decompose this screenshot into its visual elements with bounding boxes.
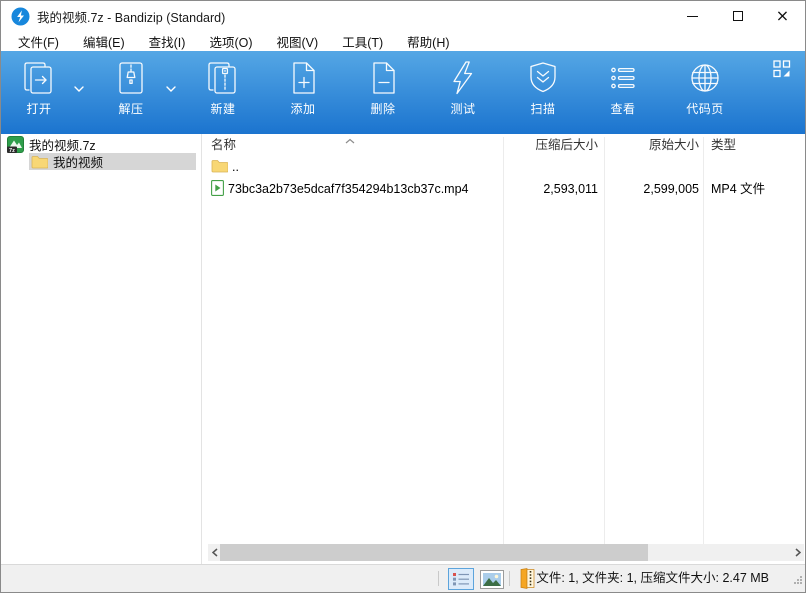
delete-files-label: 删除 xyxy=(370,100,395,117)
test-archive-icon xyxy=(444,59,482,97)
layout-toggle-icon xyxy=(773,60,791,78)
image-preview-button[interactable] xyxy=(480,570,504,589)
status-bar: 文件: 1, 文件夹: 1, 压缩文件大小: 2.47 MB xyxy=(1,564,805,592)
close-icon: × xyxy=(776,8,789,24)
original-size: 2,599,005 xyxy=(606,178,699,200)
open-label: 打开 xyxy=(26,100,51,117)
menu-tools[interactable]: 工具(T) xyxy=(334,30,391,53)
codepage-icon xyxy=(686,59,724,97)
list-row-mp4-file[interactable]: 73bc3a2b73e5dcaf7f354294b13cb37c.mp4 2,5… xyxy=(208,178,804,200)
horizontal-scrollbar[interactable] xyxy=(208,544,804,561)
status-separator xyxy=(438,571,439,586)
file-list-panel: 名称 压缩后大小 原始大小 类型 .. xyxy=(208,134,804,564)
file-name: 73bc3a2b73e5dcaf7f354294b13cb37c.mp4 xyxy=(228,178,469,200)
close-button[interactable]: × xyxy=(760,1,805,31)
folder-icon xyxy=(31,155,48,169)
tree-item-label: 我的视频 xyxy=(53,152,103,171)
scan-virus-icon xyxy=(524,59,562,97)
resize-grip-icon xyxy=(793,575,803,585)
window-title: 我的视频.7z - Bandizip (Standard) xyxy=(37,7,225,26)
extract-dropdown-button[interactable] xyxy=(163,85,179,93)
view-file-label: 查看 xyxy=(610,100,635,117)
menu-file[interactable]: 文件(F) xyxy=(10,30,67,53)
bandizip-logo-icon xyxy=(11,7,30,26)
media-file-icon xyxy=(211,178,224,200)
bandizip-window: 我的视频.7z - Bandizip (Standard) × 文件(F) 编辑… xyxy=(0,0,806,593)
svg-text:7z: 7z xyxy=(9,148,15,153)
archive-7z-icon: 7z xyxy=(7,136,24,153)
new-archive-icon xyxy=(204,59,242,97)
add-files-icon xyxy=(284,59,322,97)
open-archive-icon xyxy=(20,59,58,97)
scroll-right-button[interactable] xyxy=(791,544,804,561)
scan-virus-label: 扫描 xyxy=(530,100,555,117)
codepage-button[interactable]: 代码页 xyxy=(673,51,737,117)
new-archive-button[interactable]: 新建 xyxy=(197,51,249,117)
maximize-button[interactable] xyxy=(715,1,760,31)
delete-files-icon xyxy=(364,59,402,97)
extract-icon xyxy=(112,59,150,97)
codepage-label: 代码页 xyxy=(686,100,724,117)
menu-find[interactable]: 查找(I) xyxy=(141,30,194,53)
title-bar: 我的视频.7z - Bandizip (Standard) × xyxy=(1,1,805,31)
sort-ascending-icon xyxy=(344,132,356,150)
image-preview-icon xyxy=(483,573,501,586)
original-size xyxy=(606,156,699,178)
maximize-icon xyxy=(733,11,743,21)
extract-label: 解压 xyxy=(118,100,143,117)
menu-options[interactable]: 选项(O) xyxy=(201,30,260,53)
chevron-left-icon xyxy=(212,548,218,557)
details-view-button[interactable] xyxy=(448,568,474,590)
tree-item-archive-root[interactable]: 7z 我的视频.7z xyxy=(1,136,201,153)
menu-help[interactable]: 帮助(H) xyxy=(399,30,457,53)
scrollbar-thumb[interactable] xyxy=(220,544,648,561)
open-dropdown-button[interactable] xyxy=(71,85,87,93)
view-file-icon xyxy=(604,59,642,97)
chevron-right-icon xyxy=(795,548,801,557)
tree-item-folder-selected[interactable]: 我的视频 xyxy=(29,153,196,170)
add-files-label: 添加 xyxy=(290,100,315,117)
view-file-button[interactable]: 查看 xyxy=(597,51,649,117)
menu-bar: 文件(F) 编辑(E) 查找(I) 选项(O) 视图(V) 工具(T) 帮助(H… xyxy=(1,31,805,51)
details-view-icon xyxy=(452,572,470,586)
test-archive-button[interactable]: 测试 xyxy=(437,51,489,117)
status-summary: 文件: 1, 文件夹: 1, 压缩文件大小: 2.47 MB xyxy=(536,565,769,593)
archive-tree-panel: 7z 我的视频.7z 我的视频 xyxy=(1,134,202,564)
extract-button[interactable]: 解压 xyxy=(105,51,157,117)
open-button[interactable]: 打开 xyxy=(13,51,65,117)
minimize-icon xyxy=(687,16,698,17)
packed-size xyxy=(505,156,598,178)
resize-grip[interactable] xyxy=(793,572,803,590)
scan-virus-button[interactable]: 扫描 xyxy=(517,51,569,117)
column-header-original-size[interactable]: 原始大小 xyxy=(606,134,699,156)
status-separator xyxy=(509,571,510,586)
column-header-name[interactable]: 名称 xyxy=(211,134,236,156)
file-type: MP4 文件 xyxy=(711,178,765,200)
archive-info-button[interactable] xyxy=(517,568,538,593)
archive-info-icon xyxy=(517,568,538,589)
column-header-type[interactable]: 类型 xyxy=(711,134,736,156)
chevron-down-icon xyxy=(73,85,85,93)
minimize-button[interactable] xyxy=(670,1,715,31)
delete-files-button[interactable]: 删除 xyxy=(357,51,409,117)
column-header-packed-size[interactable]: 压缩后大小 xyxy=(505,134,598,156)
menu-edit[interactable]: 编辑(E) xyxy=(75,30,133,53)
toolbar: 打开 解压 新建 xyxy=(1,51,805,134)
menu-view[interactable]: 视图(V) xyxy=(269,30,327,53)
list-row-parent-dir[interactable]: .. xyxy=(208,156,804,178)
test-archive-label: 测试 xyxy=(450,100,475,117)
packed-size: 2,593,011 xyxy=(505,178,598,200)
layout-toggle-button[interactable] xyxy=(773,60,791,83)
new-archive-label: 新建 xyxy=(210,100,235,117)
add-files-button[interactable]: 添加 xyxy=(277,51,329,117)
file-name: .. xyxy=(232,156,239,178)
chevron-down-icon xyxy=(165,85,177,93)
folder-icon xyxy=(211,156,228,178)
